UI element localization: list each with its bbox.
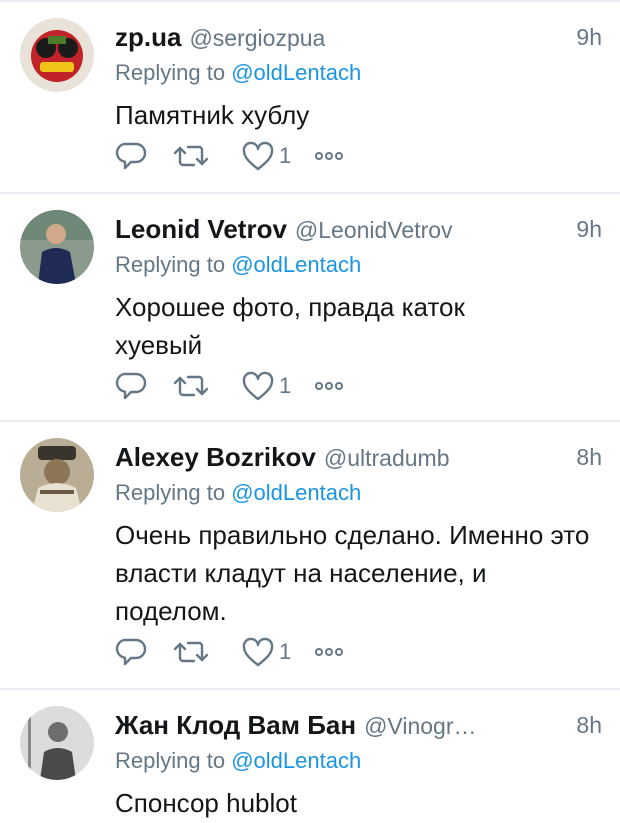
retweet-button[interactable] — [173, 140, 241, 172]
tweet-body: Alexey Bozrikov @ultradumb 8h Replying t… — [115, 442, 602, 630]
replying-prefix: Replying to — [115, 60, 226, 85]
replying-prefix: Replying to — [115, 748, 226, 773]
author-name[interactable]: Жан Клод Вам Бан — [115, 710, 356, 741]
replying-to: Replying to @oldLentach — [115, 252, 602, 284]
timestamp[interactable]: 9h — [576, 216, 602, 243]
avatar[interactable] — [20, 18, 94, 92]
reply-icon — [115, 636, 147, 668]
timestamp[interactable]: 9h — [576, 24, 602, 51]
tweet[interactable]: Жан Клод Вам Бан @Vinogradov... 8h Reply… — [0, 690, 620, 823]
retweet-icon — [173, 140, 209, 172]
like-button[interactable]: 1 — [241, 140, 313, 172]
tweet-body: zp.ua @sergiozpua 9h Replying to @oldLen… — [115, 22, 602, 134]
tweet-header: Жан Клод Вам Бан @Vinogradov... — [115, 710, 485, 746]
more-button[interactable] — [313, 140, 345, 172]
tweet[interactable]: zp.ua @sergiozpua 9h Replying to @oldLen… — [0, 0, 620, 194]
replying-to-link[interactable]: @oldLentach — [231, 60, 361, 85]
retweet-icon — [173, 370, 209, 402]
reply-icon — [115, 140, 147, 172]
heart-icon — [241, 636, 275, 668]
replying-to-link[interactable]: @oldLentach — [231, 252, 361, 277]
timestamp[interactable]: 8h — [576, 444, 602, 471]
like-count: 1 — [279, 639, 292, 664]
more-icon — [313, 140, 345, 172]
tweet-text: Очень правильно сделано. Именно это влас… — [115, 520, 590, 626]
reply-icon — [115, 370, 147, 402]
replying-to: Replying to @oldLentach — [115, 480, 602, 512]
retweet-button[interactable] — [173, 370, 241, 402]
timestamp[interactable]: 8h — [576, 712, 602, 739]
avatar[interactable] — [20, 438, 94, 512]
author-handle[interactable]: @Vinogradov... — [364, 713, 485, 740]
tweet-text: Спонсор hublot — [115, 788, 297, 818]
tweet[interactable]: Alexey Bozrikov @ultradumb 8h Replying t… — [0, 422, 620, 690]
heart-icon — [241, 370, 275, 402]
tweet-header: Leonid Vetrov @LeonidVetrov — [115, 214, 602, 250]
author-name[interactable]: Alexey Bozrikov — [115, 442, 316, 473]
tweet-actions: 1 — [115, 368, 345, 404]
more-icon — [313, 370, 345, 402]
author-name[interactable]: Leonid Vetrov — [115, 214, 287, 245]
tweet-text: Хорошее фото, правда каток хуевый — [115, 292, 465, 360]
like-button[interactable]: 1 — [241, 636, 313, 668]
replying-to: Replying to @oldLentach — [115, 748, 602, 780]
tweet-actions: 1 — [115, 634, 345, 670]
retweet-icon — [173, 636, 209, 668]
like-count: 1 — [279, 373, 292, 398]
reply-button[interactable] — [115, 636, 173, 668]
tweet-actions: 1 — [115, 138, 345, 174]
retweet-button[interactable] — [173, 636, 241, 668]
reply-button[interactable] — [115, 370, 173, 402]
author-handle[interactable]: @ultradumb — [324, 445, 450, 472]
reply-button[interactable] — [115, 140, 173, 172]
tweet[interactable]: Leonid Vetrov @LeonidVetrov 9h Replying … — [0, 194, 620, 422]
like-count: 1 — [279, 143, 292, 168]
tweet-header: zp.ua @sergiozpua — [115, 22, 602, 58]
replying-prefix: Replying to — [115, 480, 226, 505]
tweet-text: Памятниk хублу — [115, 100, 310, 130]
tweet-body: Leonid Vetrov @LeonidVetrov 9h Replying … — [115, 214, 602, 364]
more-button[interactable] — [313, 370, 345, 402]
author-name[interactable]: zp.ua — [115, 22, 181, 53]
avatar[interactable] — [20, 706, 94, 780]
tweet-body: Жан Клод Вам Бан @Vinogradov... 8h Reply… — [115, 710, 602, 822]
author-handle[interactable]: @LeonidVetrov — [295, 217, 453, 244]
more-button[interactable] — [313, 636, 345, 668]
avatar[interactable] — [20, 210, 94, 284]
replying-to-link[interactable]: @oldLentach — [231, 748, 361, 773]
replying-to: Replying to @oldLentach — [115, 60, 602, 92]
tweet-replies-feed: zp.ua @sergiozpua 9h Replying to @oldLen… — [0, 0, 620, 823]
heart-icon — [241, 140, 275, 172]
tweet-header: Alexey Bozrikov @ultradumb — [115, 442, 602, 478]
replying-to-link[interactable]: @oldLentach — [231, 480, 361, 505]
replying-prefix: Replying to — [115, 252, 226, 277]
like-button[interactable]: 1 — [241, 370, 313, 402]
more-icon — [313, 636, 345, 668]
author-handle[interactable]: @sergiozpua — [189, 25, 325, 52]
